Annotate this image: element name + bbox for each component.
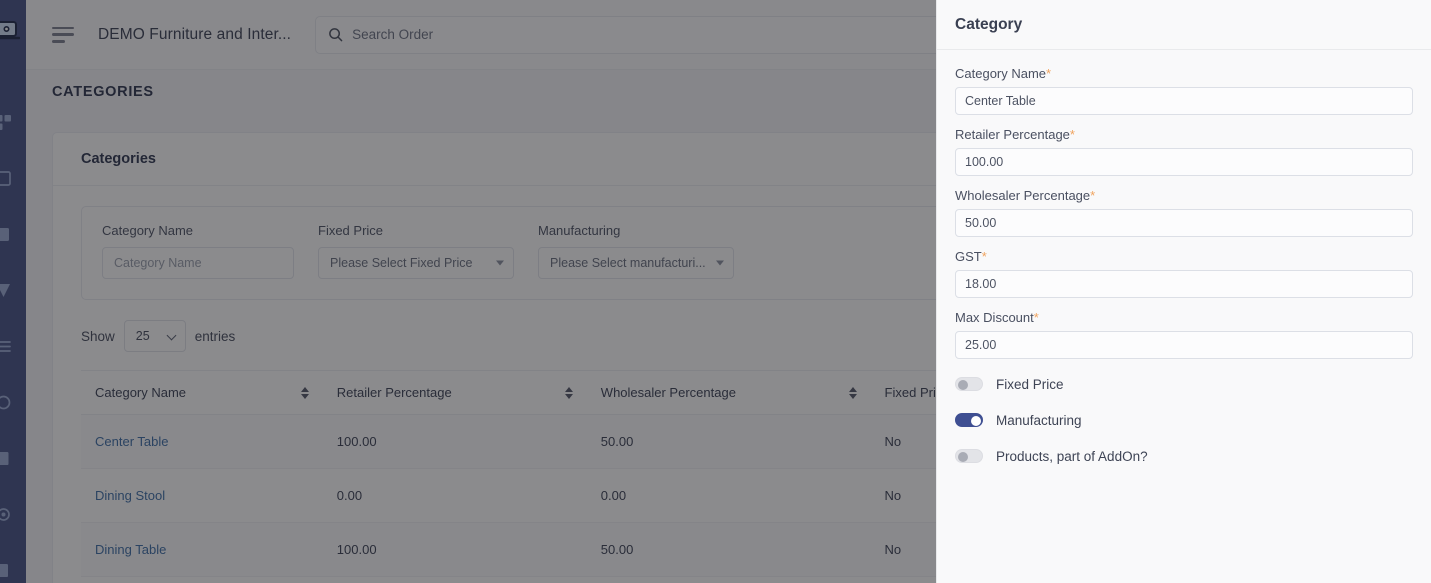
required-marker: * (1090, 188, 1096, 203)
field-retailer-percentage-label: Retailer Percentage* (955, 127, 1413, 142)
field-category-name: Category Name* (955, 66, 1413, 115)
required-marker: * (1046, 66, 1052, 81)
required-marker: * (1069, 127, 1075, 142)
required-marker: * (981, 249, 987, 264)
toggle-manufacturing-row: Manufacturing (955, 407, 1413, 433)
field-max-discount: Max Discount* (955, 310, 1413, 359)
fixed-price-toggle-label: Fixed Price (996, 376, 1064, 392)
required-marker: * (1033, 310, 1039, 325)
field-gst-label: GST* (955, 249, 1413, 264)
panel-title: Category (955, 15, 1023, 33)
field-category-name-label: Category Name* (955, 66, 1413, 81)
field-gst: GST* (955, 249, 1413, 298)
gst-field[interactable] (955, 270, 1413, 298)
label-text: GST (955, 249, 982, 264)
field-retailer-percentage: Retailer Percentage* (955, 127, 1413, 176)
panel-header: Category (937, 0, 1431, 50)
label-text: Retailer Percentage (955, 127, 1070, 142)
category-name-field[interactable] (955, 87, 1413, 115)
panel-body: Category Name* Retailer Percentage* Whol… (937, 50, 1431, 583)
toggle-knob (958, 451, 968, 462)
toggle-addon-row: Products, part of AddOn? (955, 443, 1413, 469)
category-slideover-panel: Category Category Name* Retailer Percent… (936, 0, 1431, 583)
field-max-discount-label: Max Discount* (955, 310, 1413, 325)
max-discount-field[interactable] (955, 331, 1413, 359)
field-wholesaler-percentage: Wholesaler Percentage* (955, 188, 1413, 237)
label-text: Wholesaler Percentage (955, 188, 1091, 203)
toggle-knob (958, 379, 968, 390)
label-text: Category Name (955, 66, 1047, 81)
app-root: DEMO Furniture and Inter... CATEGORIES C… (0, 0, 1431, 583)
toggle-knob (971, 415, 981, 426)
wholesaler-percentage-field[interactable] (955, 209, 1413, 237)
fixed-price-toggle[interactable] (955, 377, 983, 391)
addon-toggle[interactable] (955, 449, 983, 463)
field-wholesaler-percentage-label: Wholesaler Percentage* (955, 188, 1413, 203)
manufacturing-toggle[interactable] (955, 413, 983, 427)
manufacturing-toggle-label: Manufacturing (996, 412, 1082, 428)
addon-toggle-label: Products, part of AddOn? (996, 448, 1148, 464)
toggle-fixed-price-row: Fixed Price (955, 371, 1413, 397)
retailer-percentage-field[interactable] (955, 148, 1413, 176)
label-text: Max Discount (955, 310, 1034, 325)
